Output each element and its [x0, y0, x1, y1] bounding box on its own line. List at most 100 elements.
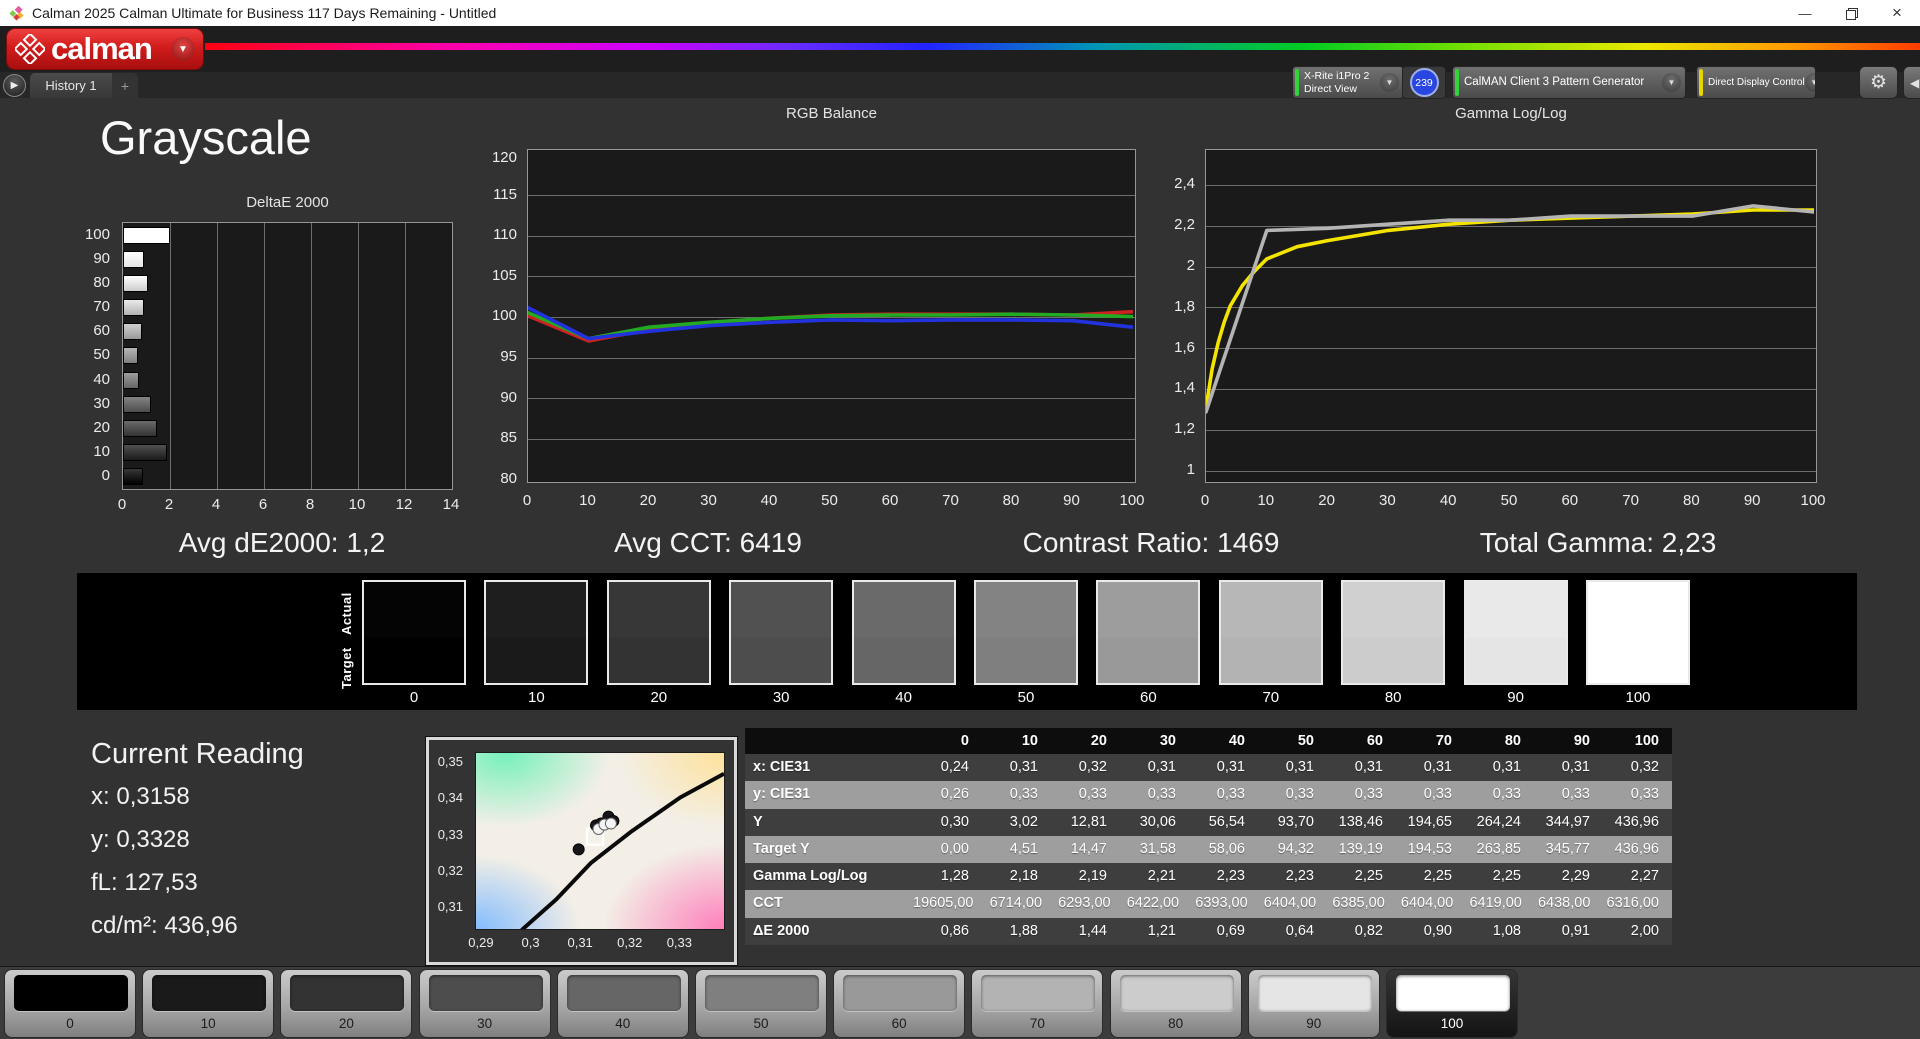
grayscale-swatch-100 — [1586, 580, 1690, 685]
chart-tick-label: 1,4 — [1174, 379, 1195, 397]
pattern-level-button-0[interactable]: 0 — [4, 969, 136, 1038]
cie-measured-point — [572, 843, 585, 856]
table-cell: 1,28 — [940, 868, 969, 885]
deltae-tick-label: 20 — [93, 418, 110, 436]
pattern-level-button-30[interactable]: 30 — [418, 969, 551, 1038]
table-cell: 0,31 — [1147, 759, 1176, 775]
table-cell: 0,33 — [1147, 786, 1176, 803]
deltae-bar-50 — [123, 347, 139, 365]
display-control-dropdown[interactable]: Direct Display Control ▼ — [1696, 66, 1816, 99]
cie-x-tick-label: 0,3 — [521, 935, 540, 950]
chart-tick-label: 95 — [500, 348, 517, 366]
table-cell: 2,23 — [1285, 868, 1314, 885]
pattern-level-button-80[interactable]: 80 — [1109, 969, 1242, 1038]
chevron-down-icon: ▼ — [1380, 73, 1399, 92]
meter-mode: Direct View — [1304, 82, 1357, 95]
pattern-level-label-50: 50 — [753, 1016, 769, 1031]
grayscale-swatch-70 — [1218, 580, 1323, 685]
table-row: Gamma Log/Log 1,28 2,18 2,19 2,21 2,23 2,23 2,2… — [745, 863, 1672, 891]
chart-tick-label: 70 — [942, 492, 959, 509]
pattern-level-button-100[interactable]: 100 — [1386, 969, 1518, 1038]
pattern-level-label-20: 20 — [338, 1016, 354, 1031]
actual-row-label: Actual — [339, 592, 354, 635]
table-cell: 0,33 — [1009, 786, 1038, 803]
swatch-label-10: 10 — [528, 689, 545, 706]
rgb_balance-series — [528, 305, 1133, 343]
table-cell: 30,06 — [1139, 813, 1176, 830]
minimize-button[interactable]: — — [1782, 0, 1828, 26]
deltae-tick-label: 14 — [442, 496, 460, 513]
grayscale-swatch-80 — [1341, 580, 1446, 685]
deltae-y-axis: 100 90 80 70 60 50 40 30 20 10 0 — [60, 222, 116, 490]
restore-button[interactable] — [1828, 0, 1874, 26]
pattern-level-button-20[interactable]: 20 — [280, 969, 413, 1038]
settings-button[interactable]: ⚙ — [1859, 66, 1898, 99]
table-cell: 0,90 — [1423, 922, 1452, 939]
cie-x-tick-label: 0,32 — [617, 935, 643, 950]
pattern-level-button-40[interactable]: 40 — [556, 969, 689, 1038]
calman-menu-button[interactable]: calman ▼ — [6, 28, 204, 70]
table-cell: 0,32 — [1630, 759, 1659, 775]
table-cell: 0,31 — [1009, 759, 1038, 775]
table-cell: 2,00 — [1630, 922, 1659, 939]
chart-tick-label: 60 — [1561, 492, 1579, 509]
meter-exposure-badge[interactable]: 239 — [1409, 68, 1439, 97]
add-tab-button[interactable]: + — [112, 73, 138, 98]
cie-y-tick-label: 0,34 — [437, 790, 463, 806]
table-cell: 264,24 — [1476, 813, 1521, 830]
chart-tick-label: 40 — [760, 492, 778, 509]
cie-x-tick-label: 0,33 — [666, 935, 692, 950]
daylight-locus-curve — [520, 771, 725, 932]
pattern-level-button-10[interactable]: 10 — [142, 969, 275, 1038]
measurement-table: 0 10 20 30 40 50 60 70 80 90 100 x: CIE31 0,24 0,31 0,… — [745, 728, 1672, 946]
table-cell: 0,32 — [1078, 759, 1107, 775]
deltae-bar-0 — [123, 468, 144, 486]
gamma-chart — [1205, 149, 1817, 483]
chart-tick-label: 1,2 — [1174, 420, 1195, 438]
cie-y-tick-label: 0,35 — [437, 753, 463, 769]
restore-icon — [1846, 8, 1858, 20]
pattern-generator-dropdown[interactable]: CalMAN Client 3 Pattern Generator ▼ — [1452, 66, 1686, 99]
close-button[interactable]: × — [1874, 0, 1920, 26]
table-cell: 2,27 — [1630, 868, 1659, 885]
pattern-level-patch-0 — [14, 975, 128, 1011]
pattern-level-button-50[interactable]: 50 — [695, 969, 827, 1038]
table-cell: 194,65 — [1407, 813, 1452, 830]
pattern-level-button-90[interactable]: 90 — [1247, 969, 1380, 1038]
table-row: Y 0,30 3,02 12,81 30,06 56,54 93,70 138,46 194,6… — [745, 808, 1672, 836]
swatch-label-80: 80 — [1384, 689, 1402, 706]
table-cell: 6404,00 — [1400, 895, 1454, 912]
tab-history-1[interactable]: History 1 — [30, 73, 112, 98]
table-cell: 0,31 — [1354, 759, 1383, 775]
table-cell: 0,33 — [1630, 786, 1659, 803]
gamma_loglog-line-measured — [1206, 204, 1814, 414]
pattern-level-button-60[interactable]: 60 — [833, 969, 966, 1038]
table-cell: 0,91 — [1561, 922, 1590, 939]
grayscale-swatch-strip: Actual Target 0 10 20 30 40 50 60 70 80 90 100 — [77, 573, 1857, 710]
chart-tick-label: 2,2 — [1174, 216, 1195, 234]
pattern-level-button-70[interactable]: 70 — [971, 969, 1104, 1038]
plus-icon: + — [120, 77, 130, 94]
deltae-gridline — [310, 223, 312, 489]
table-cell: 436,96 — [1614, 813, 1659, 830]
chart-tick-label: 90 — [500, 388, 517, 406]
deltae-tick-label: 80 — [93, 273, 110, 291]
table-row: CCT 19605,00 6714,00 6293,00 6422,00 6393,00 6… — [745, 890, 1672, 918]
table-cell: 263,85 — [1476, 840, 1521, 857]
meter-select-dropdown[interactable]: X-Rite i1Pro 2 Direct View ▼ — [1292, 66, 1404, 99]
swatch-label-20: 20 — [650, 689, 668, 706]
table-header-corner — [745, 728, 913, 754]
table-cell: 1,21 — [1147, 922, 1176, 939]
table-cell: 93,70 — [1277, 813, 1314, 830]
chart-tick-label: 10 — [579, 492, 596, 509]
display-control-label: Direct Display Control — [1708, 76, 1805, 88]
grayscale-swatch-50 — [974, 580, 1078, 685]
collapse-panel-button[interactable]: ◀ — [1903, 66, 1920, 99]
window-titlebar[interactable]: Calman 2025 Calman Ultimate for Business… — [0, 0, 1920, 26]
chart-tick-label: 2,4 — [1174, 175, 1195, 193]
table-cell: 0,31 — [1285, 759, 1314, 775]
workflow-nav-button[interactable]: ▶ — [3, 74, 26, 97]
pattern-level-patch-70 — [981, 975, 1096, 1011]
deltae-x-axis: 0 2 4 6 8 10 12 14 — [118, 496, 460, 516]
grayscale-swatch-60 — [1096, 580, 1201, 685]
